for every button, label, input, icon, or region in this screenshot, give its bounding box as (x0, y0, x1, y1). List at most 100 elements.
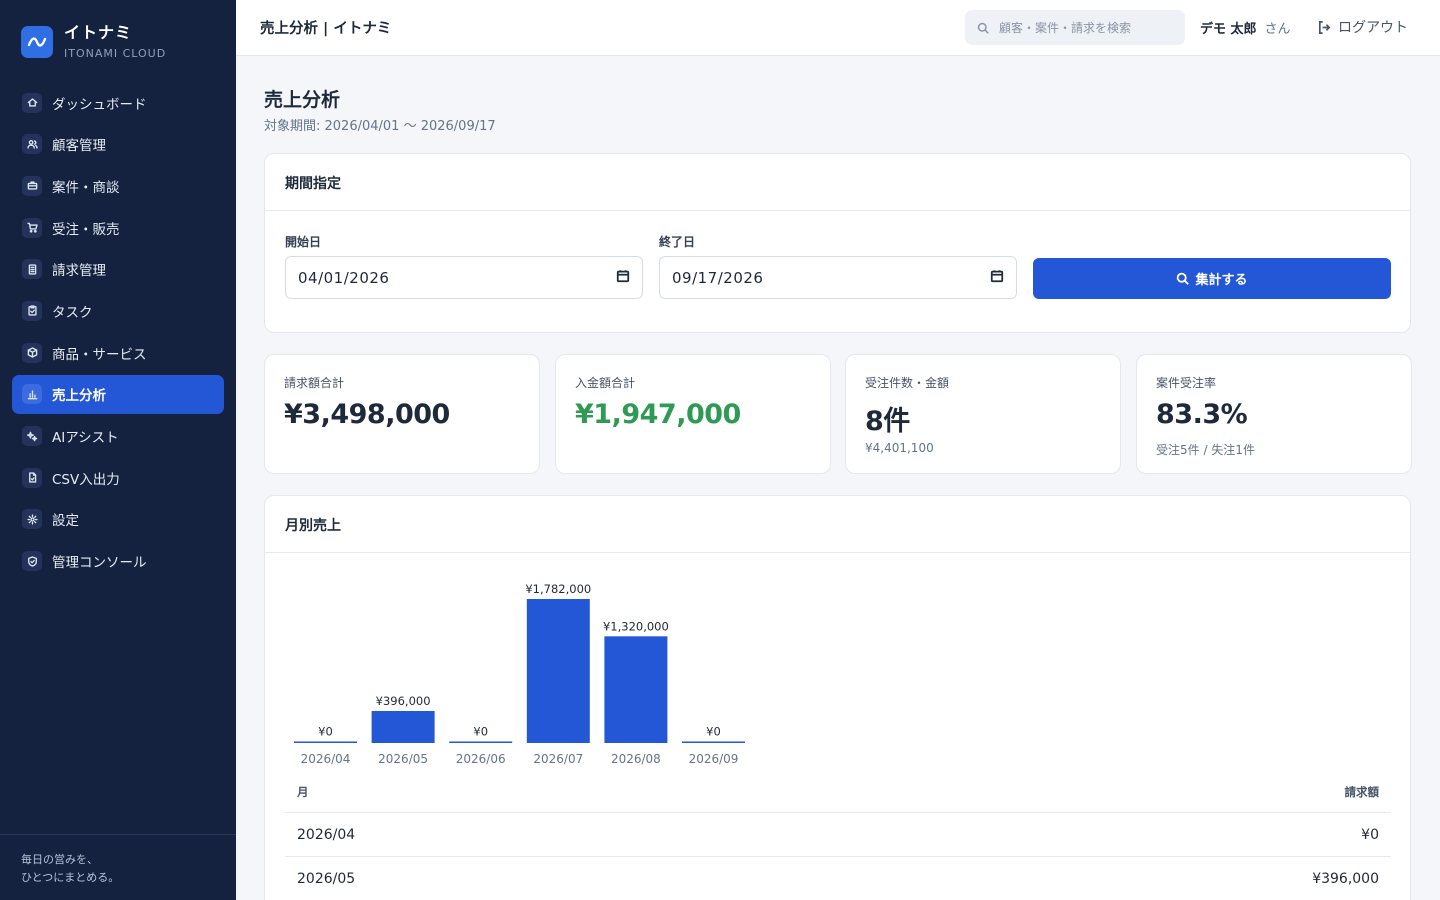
sidebar-item-label: 受注・販売 (52, 221, 120, 238)
sidebar-item-0[interactable]: ダッシュボード (12, 83, 224, 122)
logout-button[interactable]: ログアウト (1317, 17, 1408, 37)
sidebar-item-2[interactable]: 案件・商談 (12, 166, 224, 205)
sidebar-item-label: 管理コンソール (52, 555, 147, 572)
kpi-value: 8件 (865, 406, 910, 437)
monthly-bar-chart: ¥0 2026/04 ¥396,000 2026/05 ¥0 2026/06 ¥1,782,… (294, 582, 745, 766)
period-heading: 期間指定 (265, 154, 1410, 211)
sidebar-tagline: 毎日の営みを、 ひとつにまとめる。 (0, 834, 236, 900)
search-input[interactable] (999, 20, 1169, 35)
logout-icon (1318, 20, 1331, 34)
calendar-icon[interactable] (616, 269, 630, 287)
user-honorific: さん (1264, 22, 1291, 37)
row-amount: ¥396,000 (1312, 870, 1379, 887)
sidebar-item-8[interactable]: AIアシスト (12, 417, 224, 456)
kpi-sub: ¥4,401,100 (865, 441, 934, 455)
sidebar-item-1[interactable]: 顧客管理 (12, 125, 224, 164)
tagline-line1: 毎日の営みを、 (21, 853, 98, 866)
bar-2026/05 (371, 711, 435, 743)
bar-chart-icon (22, 384, 42, 405)
kpi-card-win-rate: 案件受注率 83.3% 受注5件 / 失注1件 (1136, 354, 1412, 474)
sidebar-item-label: タスク (52, 304, 93, 321)
box-icon (22, 342, 42, 363)
invoice-icon (22, 259, 42, 280)
kpi-sub: 受注5件 / 失注1件 (1156, 443, 1255, 457)
sidebar-item-label: AIアシスト (52, 430, 119, 446)
kpi-label: 案件受注率 (1156, 376, 1217, 390)
home-icon (22, 92, 42, 113)
sidebar-item-label: ダッシュボード (52, 96, 147, 113)
x-tick-label: 2026/04 (301, 752, 351, 766)
gear-icon (22, 509, 42, 530)
sidebar-nav: ダッシュボード顧客管理案件・商談受注・販売請求管理タスク商品・サービス 売上分析 A… (12, 83, 224, 583)
kpi-value: ¥3,498,000 (284, 399, 450, 430)
row-month: 2026/04 (297, 826, 356, 843)
end-date-input[interactable]: 09/17/2026 (659, 256, 1017, 299)
shield-icon (22, 551, 42, 572)
bar-value-label: ¥0 (473, 725, 488, 739)
x-tick-label: 2026/06 (456, 752, 506, 766)
sidebar-item-label: 請求管理 (52, 263, 106, 280)
user-name: デモ 太郎 さん (1200, 18, 1291, 37)
table-row: 2026/05 ¥396,000 (285, 857, 1391, 900)
x-tick-label: 2026/07 (533, 752, 583, 766)
kpi-value: ¥1,947,000 (575, 399, 741, 430)
kpi-label: 受注件数・金額 (865, 376, 950, 390)
kpi-card-orders: 受注件数・金額 8件 ¥4,401,100 (845, 354, 1121, 474)
aggregate-button[interactable]: 集計する (1033, 258, 1391, 299)
sidebar-item-5[interactable]: タスク (12, 291, 224, 330)
bar-2026/04 (294, 741, 357, 743)
tagline-line2: ひとつにまとめる。 (21, 871, 120, 884)
page-subtitle: 対象期間: 2026/04/01 〜 2026/09/17 (264, 119, 496, 134)
search-box[interactable] (965, 10, 1185, 45)
x-tick-label: 2026/05 (378, 752, 428, 766)
sidebar-item-label: 案件・商談 (52, 179, 120, 196)
users-icon (22, 134, 42, 155)
table-header: 月 請求額 (285, 771, 1391, 813)
file-icon (22, 467, 42, 488)
calendar-icon[interactable] (990, 269, 1004, 287)
monthly-sales-card: 月別売上 ¥0 2026/04 ¥396,000 2026/05 ¥0 2026/06 ¥1… (264, 495, 1411, 900)
end-date-label: 終了日 (659, 235, 696, 249)
bar-value-label: ¥0 (706, 725, 721, 739)
brand-subtitle: ITONAMI CLOUD (64, 47, 167, 60)
start-date-input[interactable]: 04/01/2026 (285, 256, 643, 299)
header-title: 売上分析 | イトナミ (260, 21, 392, 37)
bar-2026/06 (449, 741, 513, 743)
bar-value-label: ¥1,782,000 (525, 582, 591, 596)
start-date-value: 04/01/2026 (298, 268, 390, 287)
sidebar-item-label: 設定 (52, 513, 79, 530)
sidebar-item-6[interactable]: 商品・サービス (12, 333, 224, 372)
start-date-label: 開始日 (285, 235, 322, 249)
sidebar-item-7[interactable]: 売上分析 (12, 374, 224, 414)
bar-2026/08 (604, 636, 668, 743)
top-header: 売上分析 | イトナミ デモ 太郎さん ログアウト (236, 0, 1440, 56)
col-amount: 請求額 (1344, 784, 1380, 799)
monthly-table: 月 請求額 2026/04 ¥0 2026/05 ¥396,000 (285, 771, 1391, 900)
brand[interactable]: イトナミ ITONAMI CLOUD (21, 24, 166, 60)
kpi-card-received-total: 入金額合計 ¥1,947,000 (555, 354, 831, 474)
wave-logo-icon (21, 26, 53, 58)
search-icon (977, 22, 989, 34)
sidebar-item-11[interactable]: 管理コンソール (12, 542, 224, 581)
kpi-value: 83.3% (1156, 399, 1248, 430)
sidebar-item-9[interactable]: CSV入出力 (12, 458, 224, 497)
clipboard-icon (22, 300, 42, 321)
sidebar-item-4[interactable]: 請求管理 (12, 250, 224, 289)
brand-name: イトナミ (64, 23, 133, 42)
cart-icon (22, 217, 42, 238)
sidebar-item-label: 売上分析 (52, 388, 106, 405)
sidebar-item-label: CSV入出力 (52, 471, 120, 488)
x-tick-label: 2026/08 (611, 752, 661, 766)
user-display-name: デモ 太郎 (1200, 22, 1257, 37)
row-month: 2026/05 (297, 870, 356, 887)
logout-label: ログアウト (1338, 20, 1408, 36)
kpi-card-billed-total: 請求額合計 ¥3,498,000 (264, 354, 540, 474)
briefcase-icon (22, 175, 42, 196)
monthly-heading: 月別売上 (265, 496, 1410, 553)
x-tick-label: 2026/09 (689, 752, 739, 766)
sidebar-item-3[interactable]: 受注・販売 (12, 208, 224, 247)
sidebar-item-10[interactable]: 設定 (12, 500, 224, 539)
page-title: 売上分析 (264, 89, 341, 111)
col-month: 月 (297, 784, 309, 799)
sidebar-item-label: 商品・サービス (52, 346, 147, 363)
